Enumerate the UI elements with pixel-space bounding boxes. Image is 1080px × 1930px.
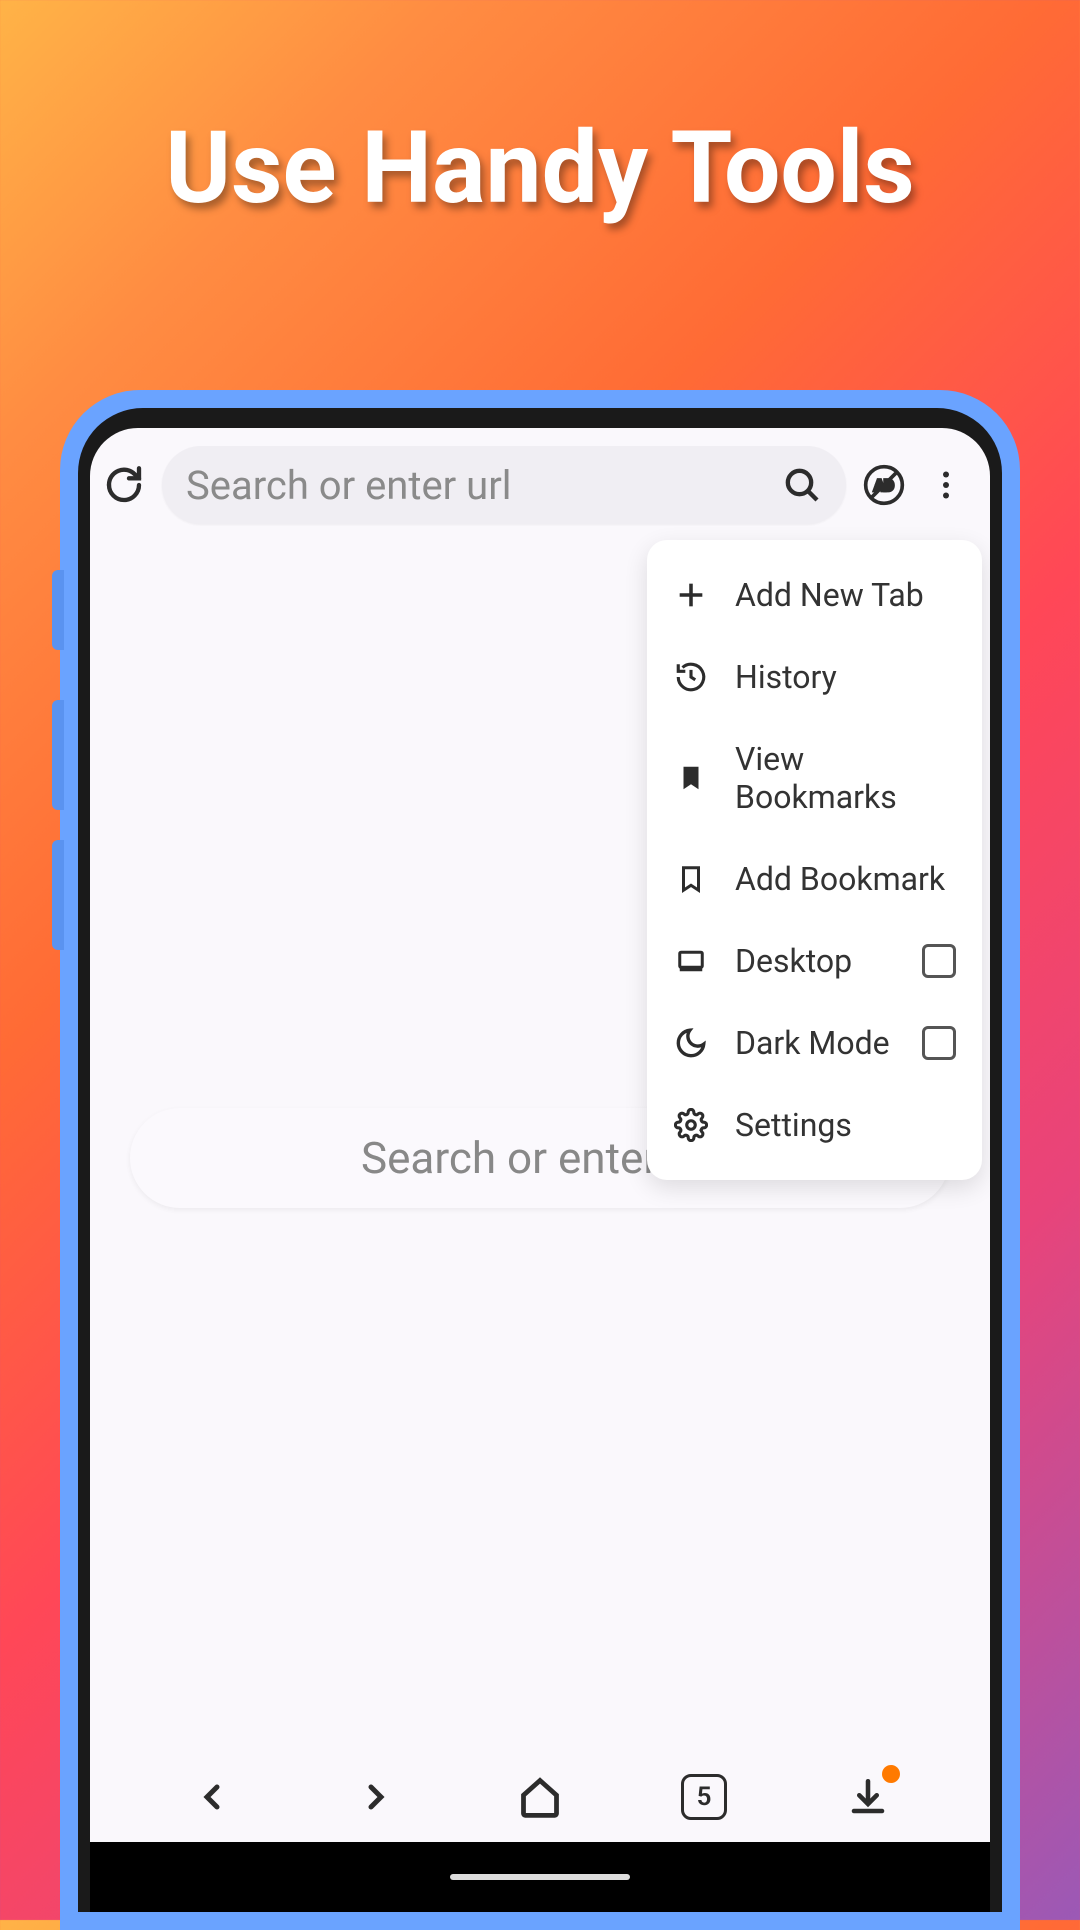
menu-item-label: Dark Mode <box>735 1024 896 1062</box>
reload-icon <box>104 465 144 505</box>
dark-mode-checkbox[interactable] <box>922 1026 956 1060</box>
nav-back-button[interactable] <box>184 1769 240 1825</box>
desktop-checkbox[interactable] <box>922 944 956 978</box>
chevron-left-icon <box>192 1777 232 1817</box>
menu-item-label: Add New Tab <box>735 576 956 614</box>
menu-item-view-bookmarks[interactable]: View Bookmarks <box>647 718 982 838</box>
menu-item-label: View Bookmarks <box>735 740 956 816</box>
desktop-icon <box>673 943 709 979</box>
menu-item-dark-mode[interactable]: Dark Mode <box>647 1002 982 1084</box>
adblock-icon: AD <box>862 463 906 507</box>
menu-item-label: Settings <box>735 1106 956 1144</box>
hero-title: Use Handy Tools <box>0 0 1080 227</box>
menu-item-add-bookmark[interactable]: Add Bookmark <box>647 838 982 920</box>
more-vert-icon <box>928 467 964 503</box>
phone-side-button <box>52 570 64 650</box>
search-icon <box>782 465 822 505</box>
svg-text:AD: AD <box>874 477 893 495</box>
home-indicator[interactable] <box>450 1874 630 1880</box>
gear-icon <box>673 1107 709 1143</box>
home-icon <box>518 1775 562 1819</box>
nav-tabs-button[interactable]: 5 <box>676 1769 732 1825</box>
menu-item-settings[interactable]: Settings <box>647 1084 982 1166</box>
bottom-nav-bar: 5 <box>90 1752 990 1842</box>
menu-item-history[interactable]: History <box>647 636 982 718</box>
reload-button[interactable] <box>100 461 148 509</box>
url-search-box[interactable]: Search or enter url <box>162 446 846 524</box>
system-nav-bar <box>90 1842 990 1912</box>
download-icon <box>847 1776 889 1818</box>
bookmark-filled-icon <box>673 760 709 796</box>
history-icon <box>673 659 709 695</box>
browser-top-bar: Search or enter url AD <box>90 428 990 542</box>
phone-frame: Search or enter url AD Search or enter u… <box>60 390 1020 1930</box>
plus-icon <box>673 577 709 613</box>
moon-icon <box>673 1025 709 1061</box>
menu-item-label: Add Bookmark <box>735 860 956 898</box>
download-notification-dot <box>882 1765 900 1783</box>
phone-side-button <box>52 700 64 810</box>
chevron-right-icon <box>356 1777 396 1817</box>
adblock-button[interactable]: AD <box>860 461 908 509</box>
overflow-menu-button[interactable] <box>922 461 970 509</box>
menu-item-label: History <box>735 658 956 696</box>
tab-count-badge: 5 <box>681 1774 727 1820</box>
menu-item-add-tab[interactable]: Add New Tab <box>647 554 982 636</box>
menu-item-label: Desktop <box>735 942 896 980</box>
nav-forward-button[interactable] <box>348 1769 404 1825</box>
url-search-placeholder: Search or enter url <box>186 462 782 509</box>
bookmark-outline-icon <box>673 861 709 897</box>
nav-home-button[interactable] <box>512 1769 568 1825</box>
nav-downloads-button[interactable] <box>840 1769 896 1825</box>
menu-item-desktop[interactable]: Desktop <box>647 920 982 1002</box>
phone-side-button <box>52 840 64 950</box>
overflow-menu: Add New Tab History View Bookmarks <box>647 540 982 1180</box>
